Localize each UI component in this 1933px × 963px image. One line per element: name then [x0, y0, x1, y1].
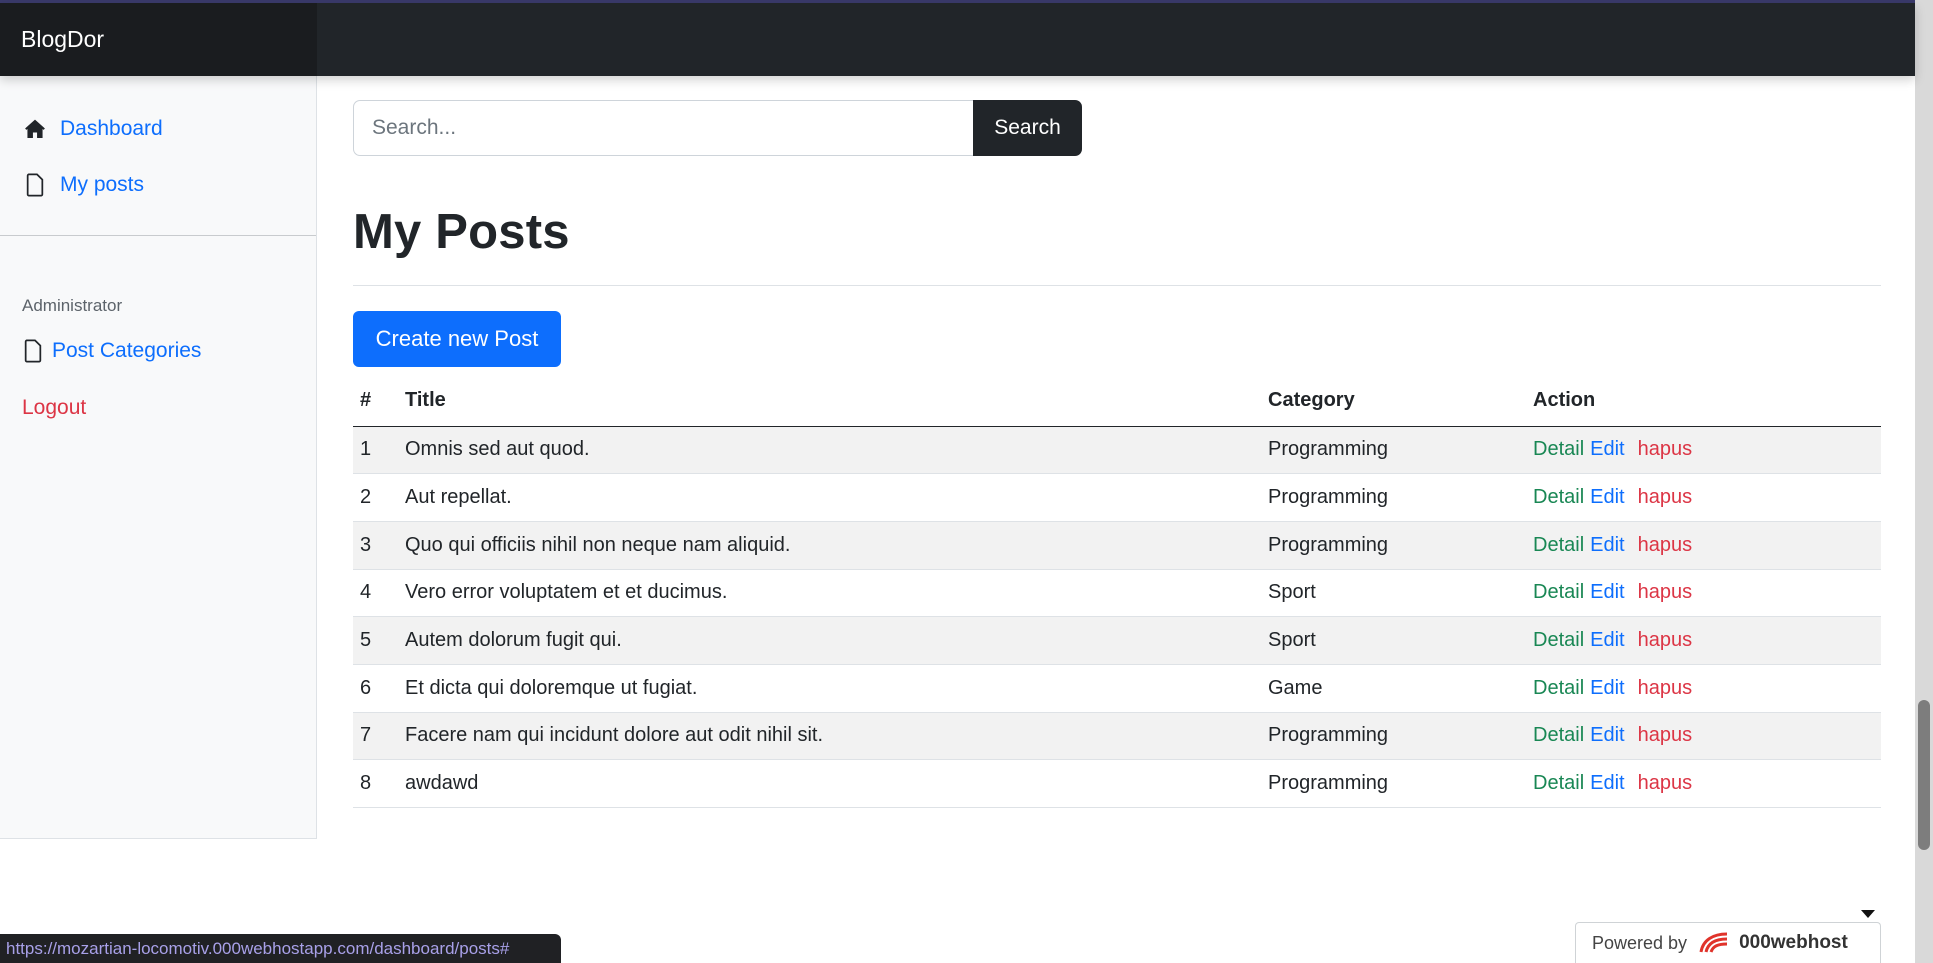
search-input[interactable] [353, 100, 973, 156]
detail-link[interactable]: Detail [1533, 629, 1584, 651]
column-header-title: Title [405, 376, 1268, 427]
detail-link[interactable]: Detail [1533, 486, 1584, 508]
sidebar-item-label: Post Categories [52, 339, 202, 362]
table-row: 6 Et dicta qui doloremque ut fugiat. Gam… [353, 664, 1881, 713]
sidebar: Dashboard My posts Administrator Post Ca… [0, 76, 317, 839]
row-title: awdawd [405, 759, 1268, 808]
edit-link[interactable]: Edit [1590, 772, 1624, 794]
detail-link[interactable]: Detail [1533, 581, 1584, 603]
row-number: 4 [353, 569, 405, 618]
table-row: 2 Aut repellat. Programming Detail Edit ha… [353, 473, 1881, 522]
column-header-category: Category [1268, 376, 1533, 427]
row-category: Game [1268, 664, 1533, 713]
house-icon [22, 116, 48, 142]
row-actions: Detail Edit hapus [1533, 473, 1881, 522]
row-number: 8 [353, 759, 405, 808]
edit-link[interactable]: Edit [1590, 486, 1624, 508]
row-actions: Detail Edit hapus [1533, 616, 1881, 665]
row-title: Facere nam qui incidunt dolore aut odit … [405, 712, 1268, 761]
row-actions: Detail Edit hapus [1533, 712, 1881, 761]
row-actions: Detail Edit hapus [1533, 569, 1881, 618]
row-number: 5 [353, 616, 405, 665]
detail-link[interactable]: Detail [1533, 677, 1584, 699]
row-number: 3 [353, 521, 405, 570]
sidebar-divider [0, 235, 316, 236]
row-number: 7 [353, 712, 405, 761]
row-title: Vero error voluptatem et et ducimus. [405, 569, 1268, 618]
row-title: Et dicta qui doloremque ut fugiat. [405, 664, 1268, 713]
table-row: 7 Facere nam qui incidunt dolore aut odi… [353, 712, 1881, 761]
detail-link[interactable]: Detail [1533, 438, 1584, 460]
delete-link[interactable]: hapus [1638, 486, 1693, 508]
powered-by-text: Powered by [1592, 932, 1688, 953]
row-category: Sport [1268, 616, 1533, 665]
row-title: Quo qui officiis nihil non neque nam ali… [405, 521, 1268, 570]
status-bar-url: https://mozartian-locomotiv.000webhostap… [0, 934, 561, 963]
table-row: 8 awdawd Programming Detail Edit hapus [353, 759, 1881, 808]
webhost-brand-text: 000webhost [1739, 932, 1848, 953]
row-title: Aut repellat. [405, 473, 1268, 522]
table-row: 3 Quo qui officiis nihil non neque nam a… [353, 521, 1881, 570]
logout-link[interactable]: Logout [22, 396, 86, 420]
sidebar-heading-administrator: Administrator [22, 296, 123, 315]
edit-link[interactable]: Edit [1590, 724, 1624, 746]
row-category: Programming [1268, 712, 1533, 761]
scrollbar-thumb[interactable] [1918, 700, 1930, 850]
create-new-post-button[interactable]: Create new Post [353, 311, 561, 367]
row-category: Programming [1268, 759, 1533, 808]
sidebar-item-label: My posts [60, 173, 145, 196]
row-number: 6 [353, 664, 405, 713]
row-title: Autem dolorum fugit qui. [405, 616, 1268, 665]
row-category: Programming [1268, 521, 1533, 570]
webhost-logo-icon [1697, 930, 1731, 956]
row-actions: Detail Edit hapus [1533, 664, 1881, 713]
page-title: My Posts [353, 205, 570, 259]
row-title: Omnis sed aut quod. [405, 426, 1268, 475]
top-navbar: BlogDor [0, 3, 1915, 76]
edit-link[interactable]: Edit [1590, 677, 1624, 699]
row-number: 2 [353, 473, 405, 522]
edit-link[interactable]: Edit [1590, 534, 1624, 556]
file-icon [20, 338, 46, 364]
row-actions: Detail Edit hapus [1533, 426, 1881, 475]
delete-link[interactable]: hapus [1638, 629, 1693, 651]
detail-link[interactable]: Detail [1533, 772, 1584, 794]
edit-link[interactable]: Edit [1590, 438, 1624, 460]
table-row: 1 Omnis sed aut quod. Programming Detail… [353, 426, 1881, 475]
sidebar-item-post-categories[interactable]: Post Categories [20, 338, 201, 364]
hosting-badge[interactable]: Powered by 000webhost [1575, 922, 1881, 963]
table-header-row: # Title Category Action [353, 376, 1881, 427]
sidebar-item-my-posts[interactable]: My posts [22, 172, 144, 198]
row-number: 1 [353, 426, 405, 475]
search-button[interactable]: Search [973, 100, 1082, 156]
delete-link[interactable]: hapus [1638, 677, 1693, 699]
column-header-action: Action [1533, 376, 1881, 427]
title-divider [353, 285, 1881, 286]
detail-link[interactable]: Detail [1533, 724, 1584, 746]
sidebar-item-dashboard[interactable]: Dashboard [22, 116, 163, 142]
row-category: Programming [1268, 426, 1533, 475]
brand-logo[interactable]: BlogDor [0, 3, 317, 76]
table-row: 5 Autem dolorum fugit qui. Sport Detail E… [353, 616, 1881, 665]
sidebar-item-label: Dashboard [60, 117, 163, 140]
row-category: Programming [1268, 473, 1533, 522]
page: BlogDor Dashboard My posts Administrator… [0, 0, 1915, 963]
delete-link[interactable]: hapus [1638, 724, 1693, 746]
file-icon [22, 172, 48, 198]
row-category: Sport [1268, 569, 1533, 618]
posts-table: # Title Category Action 1 Omnis sed aut … [353, 376, 1881, 808]
row-actions: Detail Edit hapus [1533, 521, 1881, 570]
search-form: Search [353, 100, 1082, 156]
edit-link[interactable]: Edit [1590, 629, 1624, 651]
delete-link[interactable]: hapus [1638, 581, 1693, 603]
delete-link[interactable]: hapus [1638, 534, 1693, 556]
delete-link[interactable]: hapus [1638, 772, 1693, 794]
table-row: 4 Vero error voluptatem et et ducimus. S… [353, 569, 1881, 618]
row-actions: Detail Edit hapus [1533, 759, 1881, 808]
delete-link[interactable]: hapus [1638, 438, 1693, 460]
detail-link[interactable]: Detail [1533, 534, 1584, 556]
column-header-number: # [353, 376, 405, 427]
edit-link[interactable]: Edit [1590, 581, 1624, 603]
